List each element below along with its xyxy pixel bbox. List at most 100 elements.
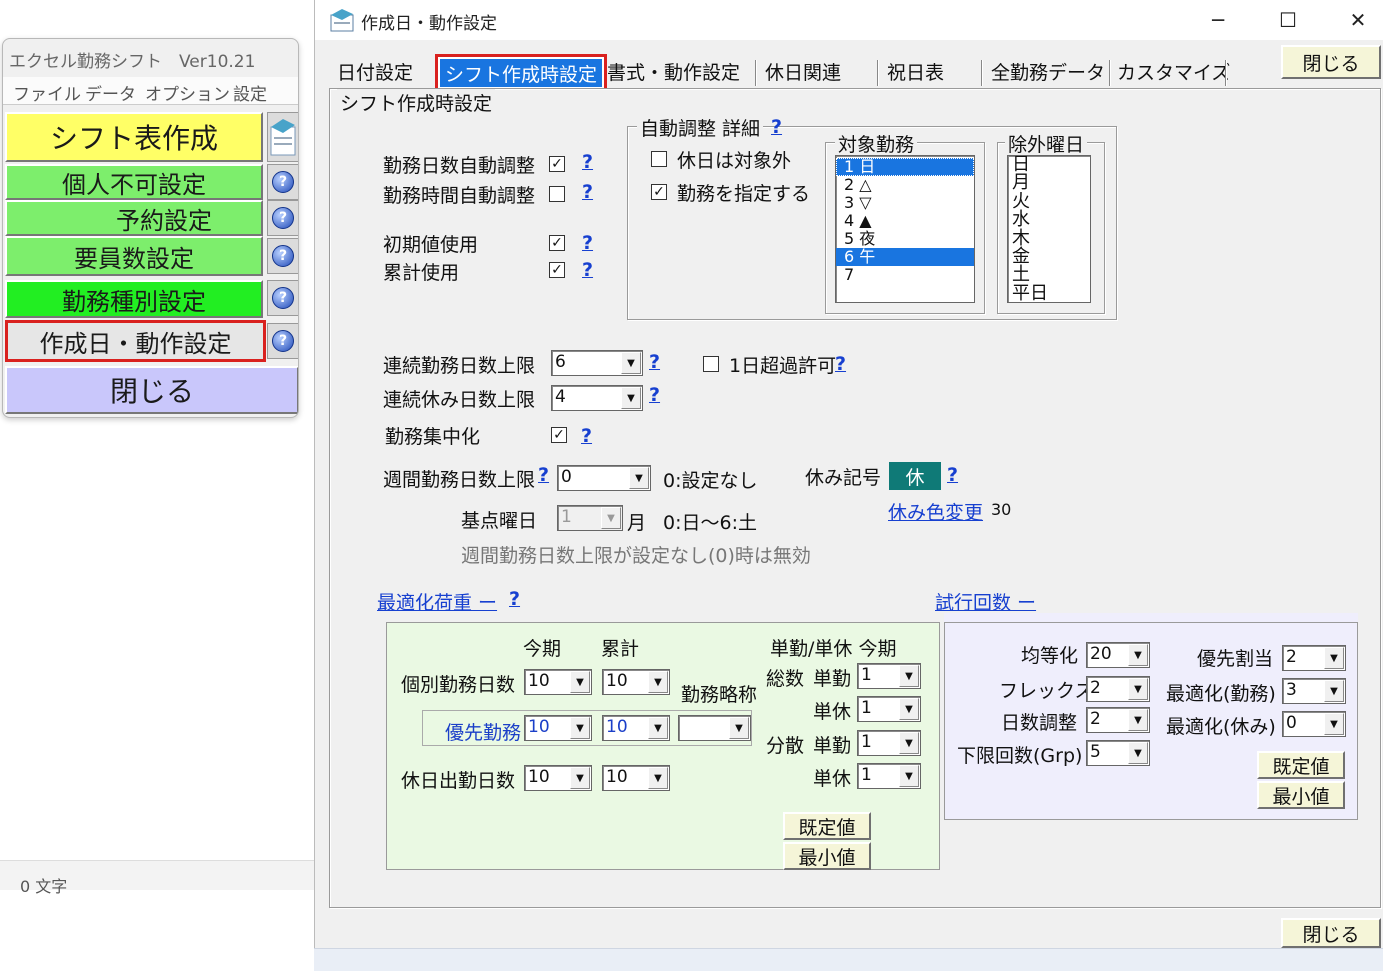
reservation-help-button[interactable]: ?: [267, 200, 298, 236]
consecutive-rest-help[interactable]: ?: [649, 384, 660, 406]
individual-cumulative-combo[interactable]: 10 ▼: [602, 669, 670, 695]
dropdown-arrow-icon[interactable]: ▼: [648, 717, 668, 739]
dropdown-arrow-icon[interactable]: ▼: [621, 387, 641, 409]
dropdown-arrow-icon[interactable]: ▼: [648, 671, 668, 693]
list-item[interactable]: 1 日: [836, 158, 974, 176]
consecutive-work-combo[interactable]: 6 ▼: [551, 350, 643, 376]
priority-abbr-combo[interactable]: ▼: [678, 715, 751, 741]
list-item[interactable]: 土: [1008, 266, 1090, 284]
trials-min-button[interactable]: 最小値: [1257, 781, 1345, 809]
weights-default-button[interactable]: 既定値: [783, 812, 871, 840]
cumulative-checkbox[interactable]: ✓: [549, 262, 565, 278]
priority-assign-combo[interactable]: 2 ▼: [1282, 645, 1346, 671]
duty-type-button[interactable]: 勤務種別設定: [5, 280, 263, 318]
dropdown-arrow-icon[interactable]: ▼: [629, 467, 649, 489]
rest-symbol-help[interactable]: ?: [947, 464, 958, 486]
auto-detail-help[interactable]: ?: [771, 116, 782, 138]
list-item[interactable]: 水: [1008, 210, 1090, 229]
dropdown-arrow-icon[interactable]: ▼: [729, 717, 749, 739]
personal-ng-button[interactable]: 個人不可設定: [5, 164, 263, 200]
dropdown-arrow-icon[interactable]: ▼: [1324, 680, 1344, 702]
min-count-combo[interactable]: 5 ▼: [1086, 740, 1150, 766]
dropdown-arrow-icon[interactable]: ▼: [899, 732, 919, 754]
close-window-button[interactable]: ✕: [1335, 4, 1381, 36]
menu-settings[interactable]: 設定: [233, 80, 267, 105]
dropdown-arrow-icon[interactable]: ▼: [601, 507, 621, 529]
workday-auto-checkbox[interactable]: ✓: [549, 156, 565, 172]
worktime-auto-checkbox[interactable]: [549, 186, 565, 202]
flex-combo[interactable]: 2 ▼: [1086, 676, 1150, 702]
dropdown-arrow-icon[interactable]: ▼: [570, 767, 590, 789]
worktime-auto-help[interactable]: ?: [582, 181, 593, 203]
list-item[interactable]: 3 ▽: [836, 194, 974, 212]
minimize-button[interactable]: ─: [1195, 4, 1241, 36]
date-setting-button[interactable]: 作成日・動作設定: [5, 320, 266, 362]
dropdown-arrow-icon[interactable]: ▼: [899, 765, 919, 787]
concentration-help[interactable]: ?: [581, 425, 592, 447]
consecutive-rest-combo[interactable]: 4 ▼: [551, 385, 643, 411]
close-button-top[interactable]: 閉じる: [1281, 45, 1381, 79]
target-duty-list[interactable]: 1 日 2 △ 3 ▽ 4 ▲ 5 夜 6 午 7: [835, 155, 975, 303]
equalize-combo[interactable]: 20 ▼: [1086, 642, 1150, 668]
reservation-button[interactable]: 予約設定: [5, 200, 263, 236]
trials-default-button[interactable]: 既定値: [1257, 751, 1345, 779]
holiday-cumulative-combo[interactable]: 10 ▼: [602, 765, 670, 791]
concentration-checkbox[interactable]: ✓: [551, 427, 567, 443]
list-item[interactable]: 2 △: [836, 176, 974, 194]
rest-color-change-link[interactable]: 休み色変更: [888, 498, 983, 525]
opt-work-combo[interactable]: 3 ▼: [1282, 678, 1346, 704]
tab-holiday-related[interactable]: 休日関連: [765, 58, 841, 86]
base-weekday-combo[interactable]: 1 ▼: [557, 505, 623, 531]
opt-rest-combo[interactable]: 0 ▼: [1282, 711, 1346, 737]
close-menu-button[interactable]: 閉じる: [5, 366, 298, 414]
weights-min-button[interactable]: 最小値: [783, 842, 871, 870]
tab-shift-setting[interactable]: シフト作成時設定: [435, 54, 607, 92]
holiday-current-combo[interactable]: 10 ▼: [524, 765, 592, 791]
list-item[interactable]: 平日: [1008, 284, 1090, 302]
dropdown-arrow-icon[interactable]: ▼: [899, 665, 919, 687]
tab-all-duty-data[interactable]: 全勤務データ: [991, 58, 1105, 86]
dropdown-arrow-icon[interactable]: ▼: [1128, 678, 1148, 700]
weekly-limit-combo[interactable]: 0 ▼: [557, 465, 651, 491]
menu-file[interactable]: ファイル: [13, 80, 81, 105]
priority-current-combo[interactable]: 10 ▼: [524, 715, 592, 741]
staff-count-help-button[interactable]: ?: [267, 238, 298, 274]
total-single-work-combo[interactable]: 1 ▼: [857, 663, 921, 689]
duty-type-help-button[interactable]: ?: [267, 280, 298, 316]
total-single-rest-combo[interactable]: 1 ▼: [857, 696, 921, 722]
cumulative-help[interactable]: ?: [582, 259, 593, 281]
dropdown-arrow-icon[interactable]: ▼: [1128, 709, 1148, 731]
dropdown-arrow-icon[interactable]: ▼: [1324, 647, 1344, 669]
tab-date-setting[interactable]: 日付設定: [337, 58, 413, 86]
over-one-day-checkbox[interactable]: [703, 356, 719, 372]
optimization-link[interactable]: 最適化荷重 ー: [377, 588, 497, 615]
list-item[interactable]: 7: [836, 266, 974, 284]
maximize-button[interactable]: ☐: [1265, 4, 1311, 36]
staff-count-button[interactable]: 要員数設定: [5, 236, 263, 276]
day-adjust-combo[interactable]: 2 ▼: [1086, 707, 1150, 733]
initial-value-help[interactable]: ?: [582, 232, 593, 254]
weekly-limit-help[interactable]: ?: [538, 464, 549, 486]
dropdown-arrow-icon[interactable]: ▼: [570, 671, 590, 693]
tab-national-holiday[interactable]: 祝日表: [887, 58, 944, 86]
initial-value-checkbox[interactable]: ✓: [549, 235, 565, 251]
optimization-help[interactable]: ?: [509, 588, 520, 610]
dropdown-arrow-icon[interactable]: ▼: [1324, 713, 1344, 735]
specify-duty-checkbox[interactable]: ✓: [651, 184, 667, 200]
dropdown-arrow-icon[interactable]: ▼: [1128, 644, 1148, 666]
disp-single-work-combo[interactable]: 1 ▼: [857, 730, 921, 756]
over-one-day-help[interactable]: ?: [835, 353, 846, 375]
list-item[interactable]: 6 午: [836, 248, 974, 266]
close-button-bottom[interactable]: 閉じる: [1281, 918, 1381, 948]
list-item[interactable]: 4 ▲: [836, 212, 974, 230]
individual-current-combo[interactable]: 10 ▼: [524, 669, 592, 695]
trial-count-link[interactable]: 試行回数 ー: [935, 588, 1036, 615]
dropdown-arrow-icon[interactable]: ▼: [1128, 742, 1148, 764]
priority-cumulative-combo[interactable]: 10 ▼: [602, 715, 670, 741]
sheet-icon-button[interactable]: [267, 112, 298, 162]
disp-single-rest-combo[interactable]: 1 ▼: [857, 763, 921, 789]
list-item[interactable]: 5 夜: [836, 230, 974, 248]
menu-data[interactable]: データ: [85, 80, 136, 105]
dropdown-arrow-icon[interactable]: ▼: [648, 767, 668, 789]
dropdown-arrow-icon[interactable]: ▼: [570, 717, 590, 739]
